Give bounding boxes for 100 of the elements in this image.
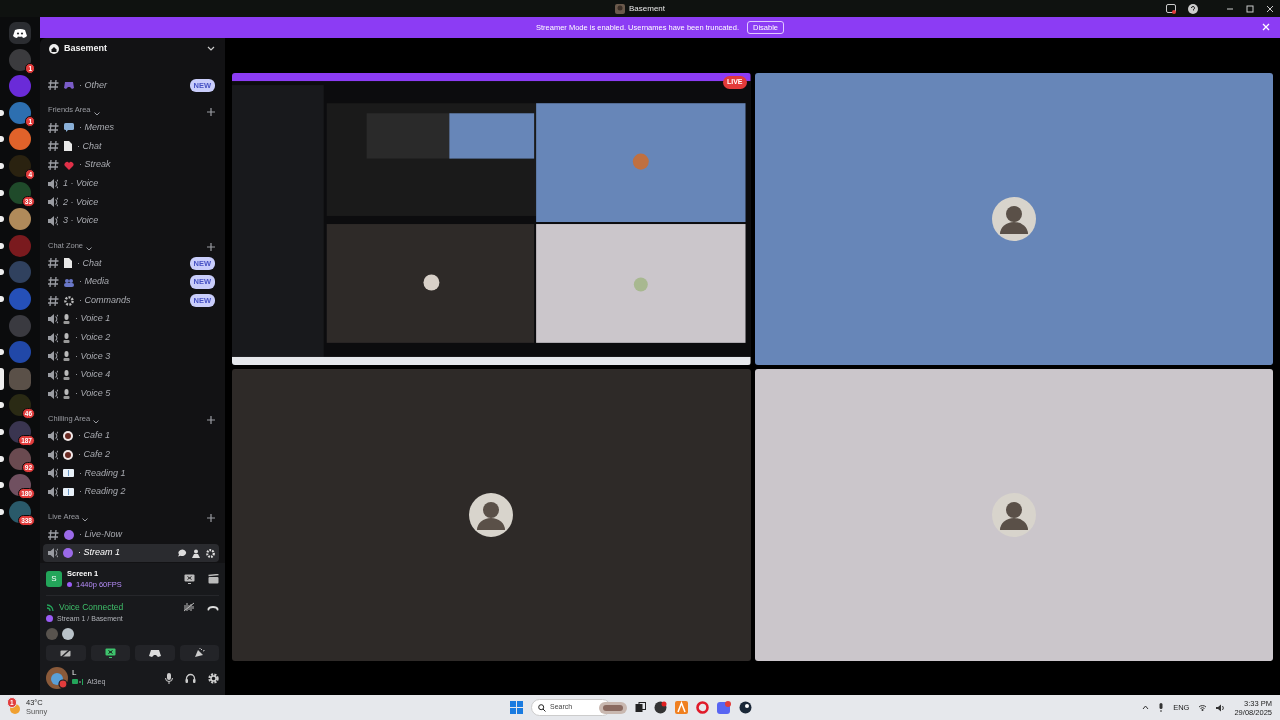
home-button[interactable] xyxy=(9,22,31,44)
server-name[interactable]: Basement xyxy=(64,42,108,56)
hash-icon xyxy=(48,257,59,270)
stream-avatar: S xyxy=(46,570,62,587)
channel-item[interactable]: · Memes xyxy=(43,118,219,138)
speaker-icon xyxy=(48,331,58,344)
video-tile[interactable] xyxy=(754,73,1273,365)
video-tile[interactable] xyxy=(232,369,751,661)
microphone-icon xyxy=(63,332,70,343)
channel-item[interactable]: · Streak xyxy=(43,155,219,175)
chevron-icon[interactable] xyxy=(82,518,89,523)
window-title: Basement xyxy=(629,2,665,15)
channel-item[interactable]: 1 · Voice xyxy=(43,174,219,193)
people-icon xyxy=(64,277,74,287)
channel-item[interactable]: 3 · Voice xyxy=(43,211,219,231)
clapper-icon[interactable] xyxy=(208,573,219,584)
add-channel-icon[interactable] xyxy=(207,243,215,252)
server-icon[interactable] xyxy=(9,208,31,231)
channel-item[interactable]: 2 · Voice xyxy=(43,192,219,212)
discord-icon[interactable] xyxy=(717,701,731,714)
microphone-icon xyxy=(63,314,70,325)
channel-item[interactable]: · Voice 3 xyxy=(43,347,219,366)
book-icon xyxy=(63,469,74,478)
circle-icon xyxy=(63,548,73,559)
channel-item[interactable]: · Cafe 1 xyxy=(43,426,219,446)
invite-icon[interactable] xyxy=(192,548,201,558)
chevron-icon[interactable] xyxy=(86,247,93,252)
coffee-cup-icon xyxy=(63,449,73,460)
add-channel-icon[interactable] xyxy=(207,415,215,424)
hash-icon xyxy=(48,140,59,153)
activity-button[interactable] xyxy=(135,645,175,661)
help-icon[interactable] xyxy=(1188,3,1198,14)
speaker-icon xyxy=(48,313,58,326)
volume-icon[interactable] xyxy=(1216,703,1226,712)
gamepad-icon xyxy=(64,81,74,90)
game-icon xyxy=(72,679,83,685)
voice-status: Voice Connected xyxy=(59,600,124,614)
screen-icon[interactable] xyxy=(184,573,195,584)
speaker-icon xyxy=(48,547,58,560)
speaker-icon xyxy=(48,350,58,363)
chat-icon[interactable] xyxy=(178,549,187,558)
search-icon xyxy=(538,703,546,712)
server-icon[interactable] xyxy=(9,128,31,151)
avatar xyxy=(62,628,74,640)
settings-icon[interactable] xyxy=(206,548,215,558)
channel-item[interactable]: · Stream 1 xyxy=(43,543,219,563)
noise-suppression-icon[interactable] xyxy=(183,602,195,613)
hash-icon xyxy=(48,276,59,289)
home-icon xyxy=(49,44,59,54)
inbox-icon[interactable] xyxy=(1166,3,1176,14)
chevron-icon[interactable] xyxy=(93,419,100,424)
task-view-icon[interactable] xyxy=(635,702,646,713)
camera-button[interactable] xyxy=(46,645,86,661)
channel-item[interactable]: · Chat xyxy=(43,137,219,156)
channel-item[interactable]: · Live-Now xyxy=(43,525,219,544)
hash-icon xyxy=(48,528,59,541)
channel-item[interactable]: · Reading 1 xyxy=(43,464,219,483)
server-icon[interactable] xyxy=(9,75,31,98)
microphone-icon xyxy=(63,351,70,362)
close-icon[interactable] xyxy=(1266,4,1274,13)
app-icon[interactable] xyxy=(654,701,667,714)
add-channel-icon[interactable] xyxy=(207,107,215,116)
avatar xyxy=(990,196,1037,242)
speaker-icon xyxy=(48,214,58,227)
status-dot xyxy=(46,615,53,623)
settings-icon[interactable] xyxy=(208,672,219,684)
hash-icon xyxy=(48,159,59,172)
page-icon xyxy=(64,141,72,152)
disconnect-icon[interactable] xyxy=(207,603,219,612)
channel-item[interactable]: · Voice 5 xyxy=(43,384,219,403)
soundboard-button[interactable] xyxy=(179,645,219,661)
maximize-icon[interactable] xyxy=(1246,4,1254,13)
avatar xyxy=(990,492,1037,538)
discord-logo-icon xyxy=(13,28,27,38)
username: L xyxy=(72,668,78,677)
add-channel-icon[interactable] xyxy=(207,514,215,523)
channel-item[interactable]: · Voice 2 xyxy=(43,328,219,348)
channel-item[interactable]: · Voice 4 xyxy=(43,365,219,385)
opera-icon[interactable] xyxy=(696,701,709,714)
speaker-icon xyxy=(48,430,58,443)
channel-item[interactable]: · Voice 1 xyxy=(43,309,219,329)
headphones-icon[interactable] xyxy=(185,673,196,683)
channel-item[interactable]: · Cafe 2 xyxy=(43,445,219,465)
channel-item[interactable]: · Reading 2 xyxy=(43,482,219,502)
microphone-icon[interactable] xyxy=(165,672,173,684)
start-icon[interactable] xyxy=(510,701,523,714)
video-tile[interactable] xyxy=(754,369,1273,661)
user-avatar[interactable] xyxy=(46,667,68,689)
steam-icon[interactable] xyxy=(739,701,752,714)
wifi-icon[interactable] xyxy=(1198,704,1208,711)
speech-bubble-icon xyxy=(64,123,74,133)
microphone-icon[interactable] xyxy=(1158,703,1165,712)
heart-icon xyxy=(64,160,74,170)
screen-share-button[interactable] xyxy=(90,645,130,661)
status-dot xyxy=(67,581,72,587)
chevron-icon[interactable] xyxy=(207,46,215,52)
speaker-icon xyxy=(48,196,58,209)
speaker-icon xyxy=(48,369,58,381)
chevron-up-icon[interactable] xyxy=(1142,705,1150,710)
chevron-icon[interactable] xyxy=(93,111,100,116)
